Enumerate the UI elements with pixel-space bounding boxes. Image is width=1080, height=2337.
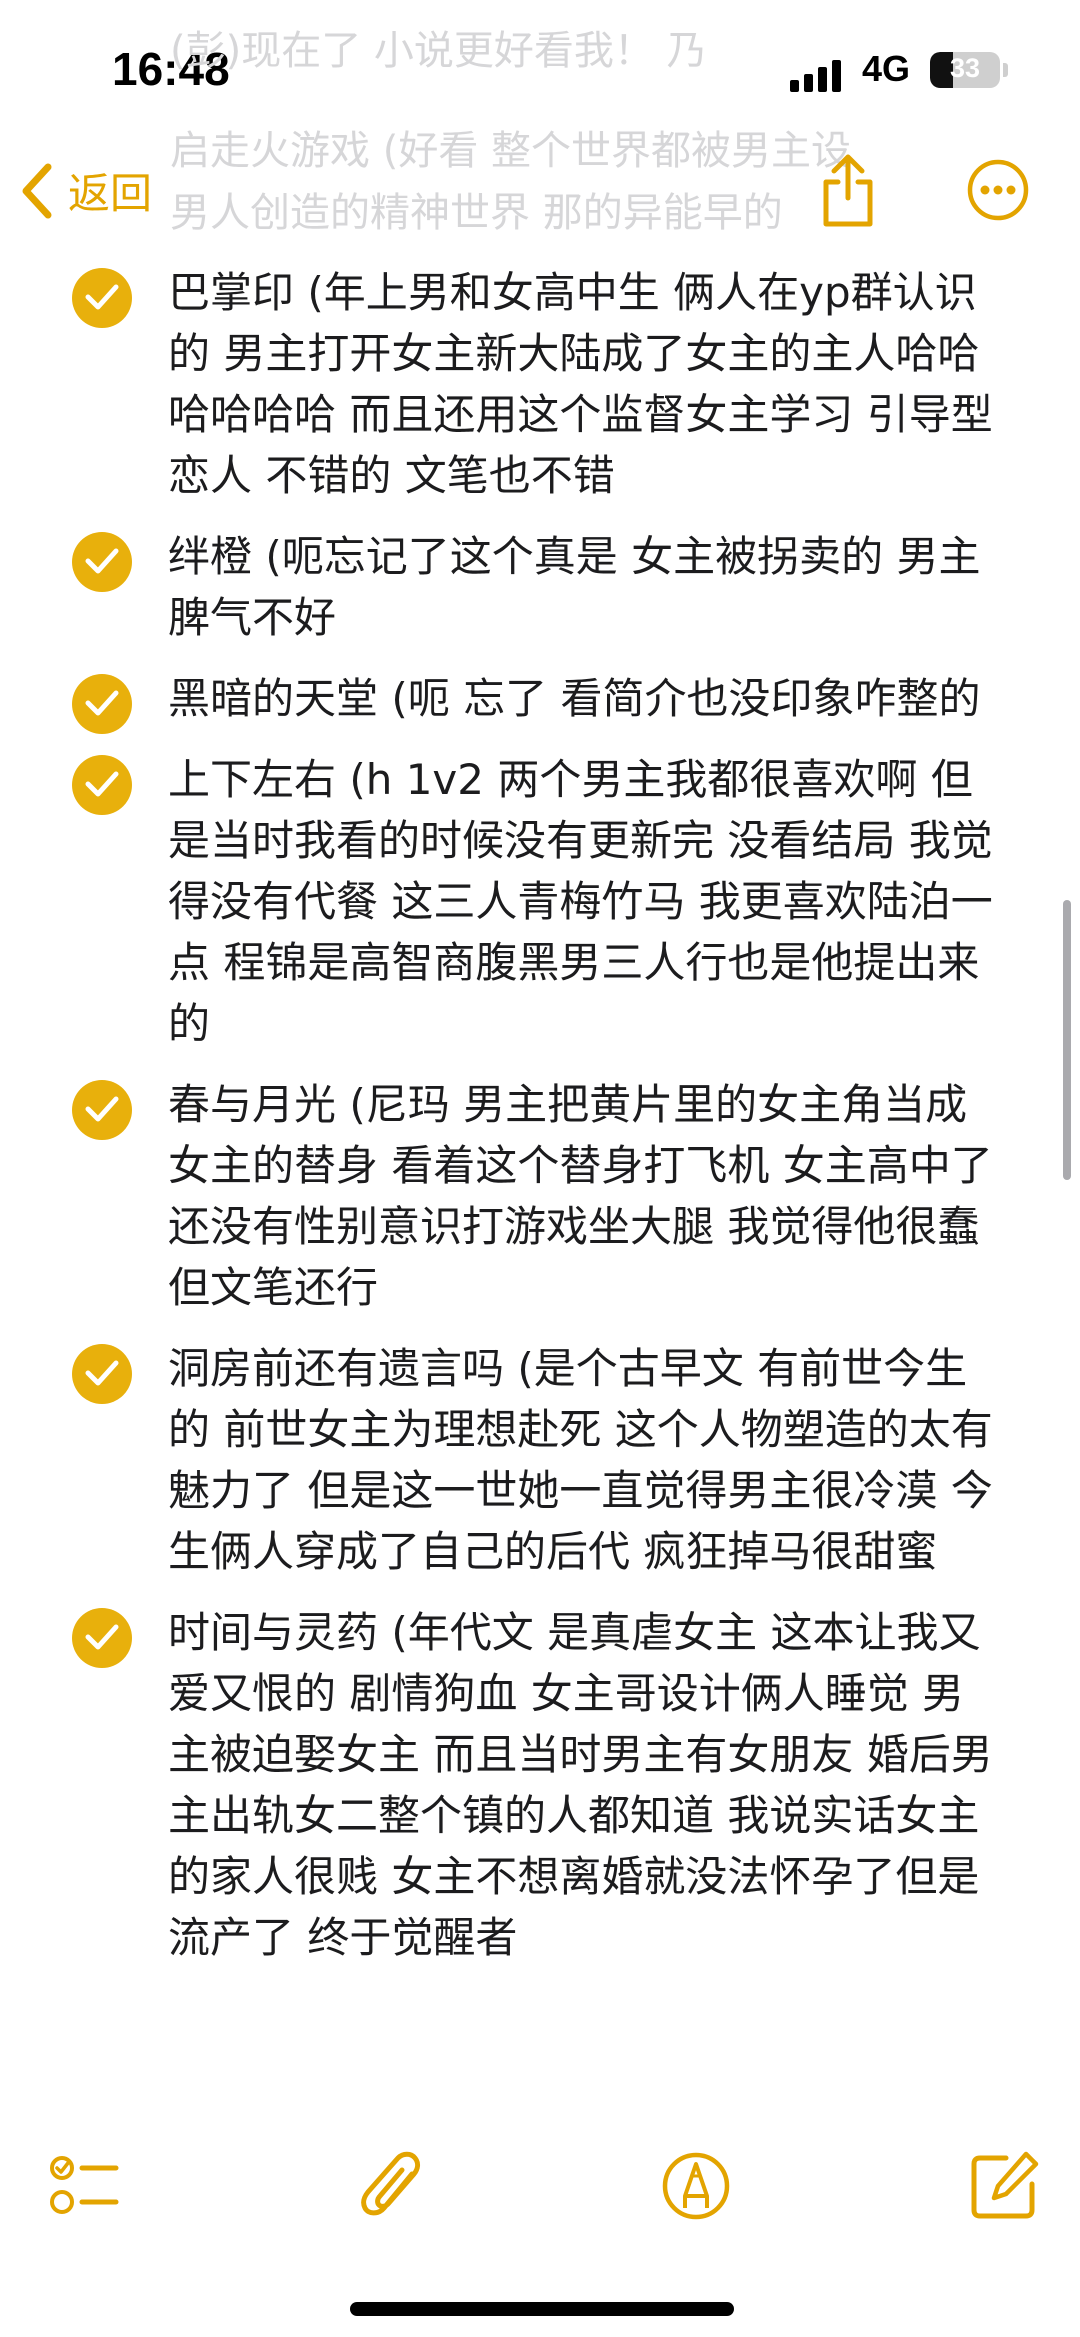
list-item: 巴掌印 (年上男和女高中生 俩人在yp群认识的 男主打开女主新大陆成了女主的主人… [0, 262, 1080, 506]
list-item: 黑暗的天堂 (呃 忘了 看简介也没印象咋整的 [0, 668, 1080, 734]
scrollbar[interactable] [1063, 900, 1071, 1180]
list-item: 时间与灵药 (年代文 是真虐女主 这本让我又爱又恨的 剧情狗血 女主哥设计俩人睡… [0, 1602, 1080, 1968]
note-checklist: 巴掌印 (年上男和女高中生 俩人在yp群认识的 男主打开女主新大陆成了女主的主人… [0, 262, 1080, 2110]
share-icon[interactable] [818, 152, 878, 230]
markup-pen-icon[interactable] [660, 2150, 732, 2222]
checked-circle-icon[interactable] [72, 1080, 132, 1140]
more-icon[interactable] [966, 158, 1030, 222]
item-text[interactable]: 巴掌印 (年上男和女高中生 俩人在yp群认识的 男主打开女主新大陆成了女主的主人… [168, 262, 1006, 506]
item-text[interactable]: 黑暗的天堂 (呃 忘了 看简介也没印象咋整的 [168, 668, 1006, 729]
back-button[interactable]: 返回 [20, 160, 152, 221]
compose-icon[interactable] [968, 2150, 1040, 2222]
checklist-icon[interactable] [48, 2150, 122, 2224]
item-text[interactable]: 绊橙 (呃忘记了这个真是 女主被拐卖的 男主脾气不好 [168, 526, 1006, 648]
back-label: 返回 [68, 169, 153, 218]
home-indicator[interactable] [350, 2302, 734, 2316]
bottom-toolbar [0, 2120, 1080, 2270]
list-item: 春与月光 (尼玛 男主把黄片里的女主角当成女主的替身 看着这个替身打飞机 女主高… [0, 1074, 1080, 1318]
item-text[interactable]: 时间与灵药 (年代文 是真虐女主 这本让我又爱又恨的 剧情狗血 女主哥设计俩人睡… [168, 1602, 1006, 1968]
paperclip-icon[interactable] [358, 2150, 428, 2226]
item-text[interactable]: 洞房前还有遗言吗 (是个古早文 有前世今生的 前世女主为理想赴死 这个人物塑造的… [168, 1338, 1006, 1582]
checked-circle-icon[interactable] [72, 268, 132, 328]
item-text[interactable]: 上下左右 (h 1v2 两个男主我都很喜欢啊 但是当时我看的时候没有更新完 没看… [168, 749, 1006, 1054]
ghost-line: (彭)现在了 小说更好看我！ 乃 [170, 28, 707, 74]
chevron-left-icon [22, 163, 52, 218]
checked-circle-icon[interactable] [72, 674, 132, 734]
item-text[interactable]: 春与月光 (尼玛 男主把黄片里的女主角当成女主的替身 看着这个替身打飞机 女主高… [168, 1074, 1006, 1318]
checked-circle-icon[interactable] [72, 755, 132, 815]
content-fade [0, 2030, 1080, 2120]
nav-bar: 返回 [0, 140, 1080, 250]
checked-circle-icon[interactable] [72, 1344, 132, 1404]
list-item: 绊橙 (呃忘记了这个真是 女主被拐卖的 男主脾气不好 [0, 526, 1080, 648]
checked-circle-icon[interactable] [72, 532, 132, 592]
list-item: 上下左右 (h 1v2 两个男主我都很喜欢啊 但是当时我看的时候没有更新完 没看… [0, 749, 1080, 1054]
checked-circle-icon[interactable] [72, 1608, 132, 1668]
list-item: 洞房前还有遗言吗 (是个古早文 有前世今生的 前世女主为理想赴死 这个人物塑造的… [0, 1338, 1080, 1582]
